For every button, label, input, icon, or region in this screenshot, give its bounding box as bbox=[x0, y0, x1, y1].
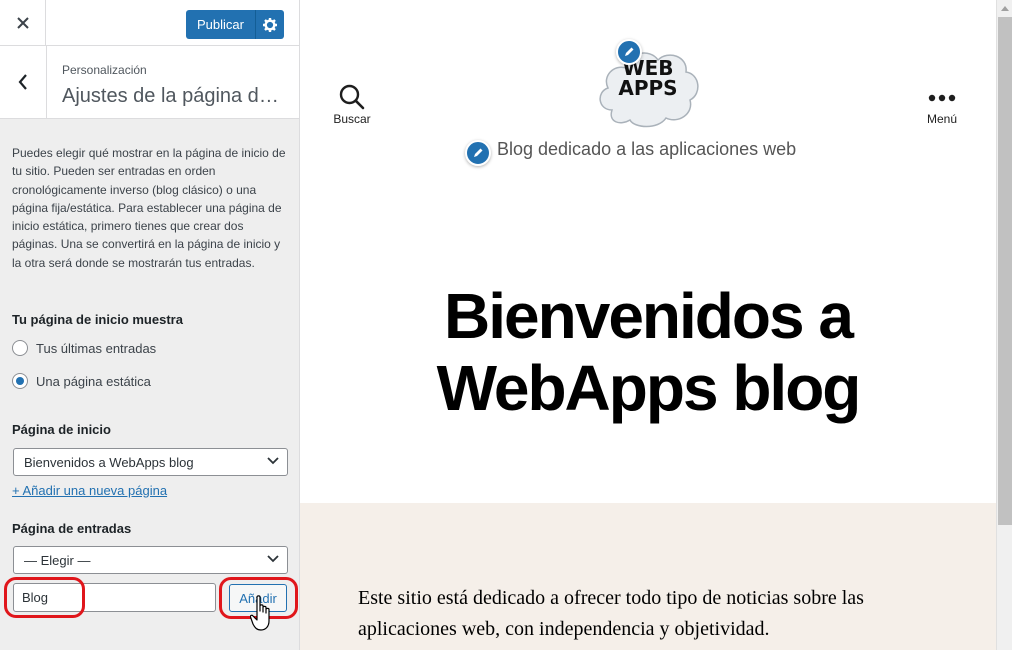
radio-latest-posts-label: Tus últimas entradas bbox=[36, 340, 157, 356]
site-logo[interactable]: WEB APPS bbox=[594, 39, 702, 128]
posts-page-select-value: — Elegir — bbox=[24, 552, 91, 568]
section-description: Puedes elegir qué mostrar en la página d… bbox=[12, 146, 286, 270]
add-new-page-link[interactable]: + Añadir una nueva página bbox=[12, 483, 167, 498]
menu-label: Menú bbox=[926, 112, 958, 126]
radio-latest-posts[interactable]: Tus últimas entradas bbox=[12, 340, 156, 356]
edit-tagline-button[interactable] bbox=[465, 140, 491, 166]
posts-page-label: Página de entradas bbox=[12, 521, 132, 536]
front-page-select-value: Bienvenidos a WebApps blog bbox=[24, 454, 194, 470]
site-preview: Buscar WEB APPS Blog dedicado a las apli… bbox=[300, 0, 996, 650]
pencil-icon bbox=[625, 47, 634, 56]
front-page-label: Página de inicio bbox=[12, 422, 111, 437]
radio-static-page-control[interactable] bbox=[12, 373, 28, 389]
more-dots-icon bbox=[928, 94, 956, 102]
publish-settings-button[interactable] bbox=[256, 10, 284, 39]
edit-logo-button[interactable] bbox=[616, 39, 642, 65]
triangle-up-icon bbox=[1001, 6, 1009, 11]
menu-toggle[interactable]: Menú bbox=[920, 84, 964, 126]
gear-icon bbox=[263, 17, 277, 32]
customizer-header: Publicar bbox=[0, 0, 299, 46]
front-page-select[interactable]: Bienvenidos a WebApps blog bbox=[13, 448, 288, 476]
customizer-sidebar: Publicar Personalización Ajustes de la p… bbox=[0, 0, 300, 650]
logo-line-2: APPS bbox=[618, 76, 678, 100]
publish-group: Publicar bbox=[186, 10, 284, 39]
breadcrumb: Personalización bbox=[62, 63, 147, 77]
preview-scrollbar[interactable] bbox=[996, 0, 1012, 650]
pencil-icon bbox=[474, 148, 483, 157]
chevron-down-icon bbox=[267, 457, 279, 465]
chevron-down-icon bbox=[267, 555, 279, 563]
close-icon bbox=[16, 17, 29, 29]
search-label: Buscar bbox=[333, 112, 371, 126]
posts-page-select[interactable]: — Elegir — bbox=[13, 546, 288, 574]
search-icon bbox=[339, 84, 365, 110]
scroll-thumb[interactable] bbox=[998, 17, 1012, 525]
radio-latest-posts-control[interactable] bbox=[12, 340, 28, 356]
scroll-up-button[interactable] bbox=[997, 0, 1012, 17]
chevron-left-icon bbox=[18, 74, 27, 90]
radio-static-page[interactable]: Una página estática bbox=[12, 373, 151, 389]
radio-static-page-label: Una página estática bbox=[36, 373, 151, 389]
hero-title: Bienvenidos a WebApps blog bbox=[436, 280, 862, 424]
section-title: Ajustes de la página de inicio bbox=[62, 85, 287, 107]
site-logo-text: WEB APPS bbox=[594, 58, 702, 98]
site-tagline: Blog dedicado a las aplicaciones web bbox=[497, 139, 797, 159]
close-customizer-button[interactable] bbox=[0, 0, 46, 46]
homepage-display-label: Tu página de inicio muestra bbox=[12, 312, 183, 327]
search-toggle[interactable]: Buscar bbox=[330, 84, 374, 126]
logo-line-1: WEB bbox=[622, 56, 674, 80]
publish-button[interactable]: Publicar bbox=[186, 10, 256, 39]
section-header: Personalización Ajustes de la página de … bbox=[0, 46, 299, 119]
hand-pointer-icon bbox=[250, 595, 270, 631]
new-page-title-input[interactable]: Blog bbox=[13, 583, 216, 612]
back-button[interactable] bbox=[0, 46, 47, 118]
intro-paragraph: Este sitio está dedicado a ofrecer todo … bbox=[358, 587, 864, 640]
